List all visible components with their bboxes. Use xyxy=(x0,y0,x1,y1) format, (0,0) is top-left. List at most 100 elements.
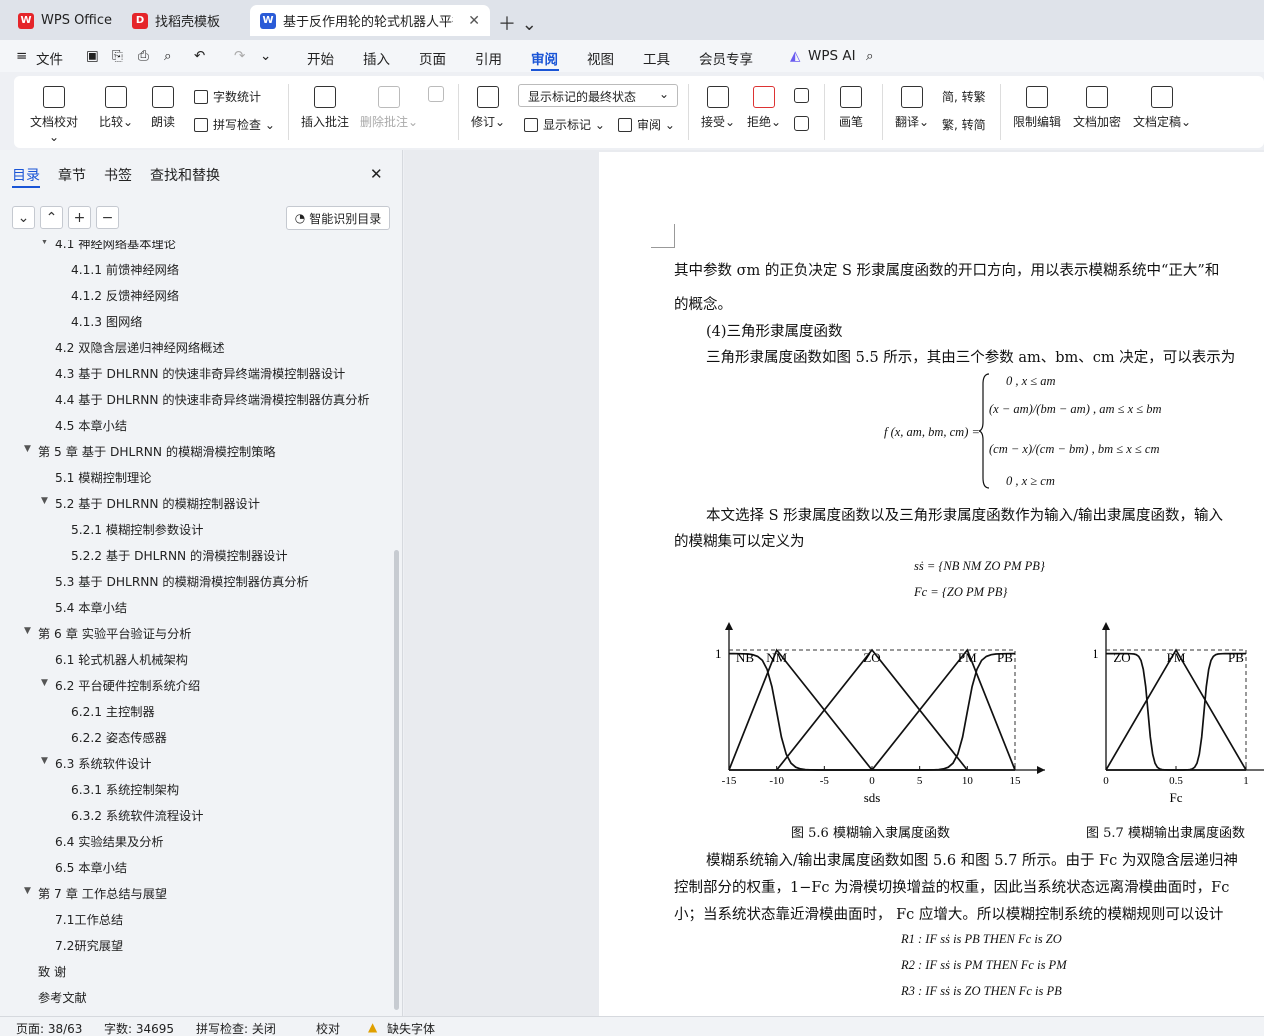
to-traditional-button[interactable]: 简, 转繁 xyxy=(942,88,986,105)
toc-item[interactable]: 4.1.1 前馈神经网络 xyxy=(71,260,179,278)
toc-item[interactable]: 5.3 基于 DHLRNN 的模糊滑模控制器仿真分析 xyxy=(55,572,309,590)
menu-insert[interactable]: 插入 xyxy=(363,48,390,68)
smart-toc-button[interactable]: ◔ 智能识别目录 xyxy=(286,206,390,230)
review-pane-button[interactable]: 审阅 ⌄ xyxy=(618,116,675,133)
menu-member[interactable]: 会员专享 xyxy=(699,48,753,68)
preview-icon[interactable]: ⌕ xyxy=(164,48,172,64)
toc-item[interactable]: 7.1工作总结 xyxy=(55,910,123,928)
word-count-button[interactable]: 字数统计 xyxy=(194,88,261,105)
toc-item[interactable]: 6.5 本章小结 xyxy=(55,858,127,876)
toc-item[interactable]: ▼ 5.2 基于 DHLRNN 的模糊控制器设计 xyxy=(41,494,260,512)
toc-item[interactable]: 4.2 双隐含层递归神经网络概述 xyxy=(55,338,225,356)
toc-item[interactable]: 4.1.2 反馈神经网络 xyxy=(71,286,179,304)
toc-item[interactable]: 致 谢 xyxy=(38,962,66,980)
toc-item[interactable]: 7.2研究展望 xyxy=(55,936,123,954)
tab-document[interactable]: W 基于反作用轮的轮式机器人平衡 ✕ xyxy=(250,5,490,36)
spell-check-button[interactable]: 拼写检查 ⌄ xyxy=(194,116,275,133)
toc-item[interactable]: 5.2.1 模糊控制参数设计 xyxy=(71,520,203,538)
proof-indicator[interactable]: 校对 xyxy=(316,1020,340,1036)
tab-toc[interactable]: 目录 xyxy=(12,165,40,185)
next-change-button[interactable] xyxy=(792,116,810,136)
prev-change-button[interactable] xyxy=(792,88,810,108)
toc-item[interactable]: 6.2.2 姿态传感器 xyxy=(71,728,167,746)
insert-comment-button[interactable]: 插入批注 xyxy=(298,86,352,130)
tab-wps-office[interactable]: W WPS Office xyxy=(8,5,118,36)
toc-item[interactable]: ▼ 6.2 平台硬件控制系统介绍 xyxy=(41,676,200,694)
toc-item[interactable]: 4.3 基于 DHLRNN 的快速非奇异终端滑模控制器设计 xyxy=(55,364,345,382)
tab-chapters[interactable]: 章节 xyxy=(58,165,86,185)
toc-item[interactable]: 5.1 模糊控制理论 xyxy=(55,468,151,486)
toc-item[interactable]: 4.5 本章小结 xyxy=(55,416,127,434)
prev-comment-button[interactable] xyxy=(426,86,446,107)
menu-wps-ai[interactable]: WPS AI xyxy=(808,48,856,64)
show-marks-button[interactable]: 显示标记 ⌄ xyxy=(524,116,605,133)
to-simplified-button[interactable]: 繁, 转简 xyxy=(942,116,986,133)
accept-button[interactable]: 接受⌄ xyxy=(698,86,738,130)
print-icon[interactable]: ⎙ xyxy=(138,48,149,64)
menu-file[interactable]: 文件 xyxy=(36,48,63,68)
tab-find-replace[interactable]: 查找和替换 xyxy=(150,165,220,185)
display-state-select[interactable]: 显示标记的最终状态 ⌄ xyxy=(518,84,678,107)
toc-item[interactable]: 参考文献 xyxy=(38,988,87,1006)
pen-button[interactable]: 画笔 xyxy=(834,86,868,130)
doc-check-button[interactable]: 文档校对⌄ xyxy=(28,86,80,144)
more-icon[interactable]: ⌄ xyxy=(260,48,271,64)
restrict-edit-button[interactable]: 限制编辑 xyxy=(1010,86,1064,130)
toc-item[interactable]: 5.2.2 基于 DHLRNN 的滑模控制器设计 xyxy=(71,546,288,564)
toc-item[interactable]: 6.1 轮式机器人机械架构 xyxy=(55,650,188,668)
toc-item[interactable]: 6.3.1 系统控制架构 xyxy=(71,780,179,798)
save-icon[interactable]: ▣ xyxy=(86,48,99,64)
toc-item[interactable]: ▼ 第 5 章 基于 DHLRNN 的模糊滑模控制策略 xyxy=(24,442,276,460)
expand-arrow-icon[interactable]: ▼ xyxy=(24,444,31,454)
toc-item[interactable]: ▼ 第 7 章 工作总结与展望 xyxy=(24,884,167,902)
reject-button[interactable]: 拒绝⌄ xyxy=(744,86,784,130)
expand-arrow-icon[interactable]: ▼ xyxy=(41,756,48,766)
delete-comment-button[interactable]: 删除批注⌄ xyxy=(358,86,420,130)
hamburger-icon[interactable]: ≡ xyxy=(16,48,27,64)
undo-icon[interactable]: ↶ xyxy=(194,48,205,64)
toc-item[interactable]: 4.1.3 图网络 xyxy=(71,312,142,330)
toc-item[interactable]: ▼ 4.1 神经网络基本理论 xyxy=(41,240,176,252)
revise-button[interactable]: 修订⌄ xyxy=(468,86,508,130)
compare-button[interactable]: 比较⌄ xyxy=(98,86,134,130)
menu-page[interactable]: 页面 xyxy=(419,48,446,68)
toc-item[interactable]: 6.4 实验结果及分析 xyxy=(55,832,164,850)
document-page[interactable]: 其中参数 σm 的正负决定 S 形隶属度函数的开口方向，用以表示模糊系统中“正大… xyxy=(599,152,1264,1016)
new-tab-icon[interactable]: ＋ ⌄ xyxy=(498,10,537,36)
expand-arrow-icon[interactable]: ▼ xyxy=(24,626,31,636)
expand-arrow-icon[interactable]: ▼ xyxy=(24,886,31,896)
translate-button[interactable]: 翻译⌄ xyxy=(892,86,932,130)
menu-review[interactable]: 审阅 xyxy=(531,48,558,68)
page-indicator[interactable]: 页面: 38/63 xyxy=(16,1020,82,1036)
spell-check-indicator[interactable]: 拼写检查: 关闭 xyxy=(196,1020,276,1036)
word-count-indicator[interactable]: 字数: 34695 xyxy=(104,1020,174,1036)
redo-icon[interactable]: ↷ xyxy=(234,48,245,64)
tab-template[interactable]: D 找稻壳模板 xyxy=(122,5,246,36)
encrypt-button[interactable]: 文档加密 xyxy=(1070,86,1124,130)
menu-view[interactable]: 视图 xyxy=(587,48,614,68)
close-icon[interactable]: ✕ xyxy=(370,165,383,183)
menu-start[interactable]: 开始 xyxy=(307,48,334,68)
missing-font-indicator[interactable]: 缺失字体 xyxy=(387,1020,435,1036)
export-icon[interactable]: ⎘ xyxy=(112,48,123,64)
toc-item[interactable]: 6.3.2 系统软件流程设计 xyxy=(71,806,203,824)
toc-item[interactable]: ▼ 6.3 系统软件设计 xyxy=(41,754,151,772)
menu-tools[interactable]: 工具 xyxy=(643,48,670,68)
tab-bookmarks[interactable]: 书签 xyxy=(104,165,132,185)
expand-arrow-icon[interactable]: ▼ xyxy=(41,240,48,246)
toc-item[interactable]: 5.4 本章小结 xyxy=(55,598,127,616)
add-heading-button[interactable]: + xyxy=(68,206,91,229)
collapse-all-button[interactable]: ⌄ xyxy=(12,206,35,229)
close-tab-icon[interactable]: ✕ xyxy=(468,13,480,29)
expand-arrow-icon[interactable]: ▼ xyxy=(41,678,48,688)
expand-arrow-icon[interactable]: ▼ xyxy=(41,496,48,506)
expand-up-button[interactable]: ⌃ xyxy=(40,206,63,229)
toc-item[interactable]: 6.2.1 主控制器 xyxy=(71,702,155,720)
sidebar-scrollbar[interactable] xyxy=(394,550,399,1010)
toc-item[interactable]: 4.4 基于 DHLRNN 的快速非奇异终端滑模控制器仿真分析 xyxy=(55,390,370,408)
search-icon[interactable]: ⌕ xyxy=(866,48,874,64)
toc-item[interactable]: ▼ 第 6 章 实验平台验证与分析 xyxy=(24,624,191,642)
menu-reference[interactable]: 引用 xyxy=(475,48,502,68)
read-aloud-button[interactable]: 朗读 xyxy=(146,86,180,130)
remove-heading-button[interactable]: − xyxy=(96,206,119,229)
